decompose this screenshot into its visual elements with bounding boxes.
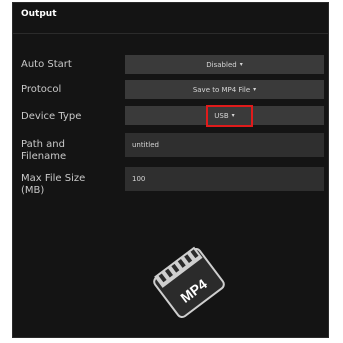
chevron-down-icon: ▾ xyxy=(253,86,257,93)
output-panel: Output Auto Start Disabled ▾ Protocol Sa… xyxy=(12,2,329,338)
protocol-value: Save to MP4 File xyxy=(192,85,251,94)
divider xyxy=(13,33,328,34)
chevron-down-icon: ▾ xyxy=(239,61,243,68)
max-file-size-input[interactable]: 100 xyxy=(125,167,324,191)
auto-start-label: Auto Start xyxy=(21,59,72,70)
auto-start-value: Disabled xyxy=(206,60,237,69)
protocol-label: Protocol xyxy=(21,84,62,95)
auto-start-dropdown[interactable]: Disabled ▾ xyxy=(125,55,324,74)
path-filename-input[interactable]: untitled xyxy=(125,133,324,157)
path-label: Path and Filename xyxy=(21,139,67,162)
panel-title: Output xyxy=(21,9,57,19)
max-size-label: Max File Size (MB) xyxy=(21,173,86,196)
highlight-box xyxy=(206,105,253,127)
mp4-file-icon: MP4 xyxy=(153,246,225,319)
device-type-label: Device Type xyxy=(21,111,82,122)
protocol-dropdown[interactable]: Save to MP4 File ▾ xyxy=(125,80,324,99)
